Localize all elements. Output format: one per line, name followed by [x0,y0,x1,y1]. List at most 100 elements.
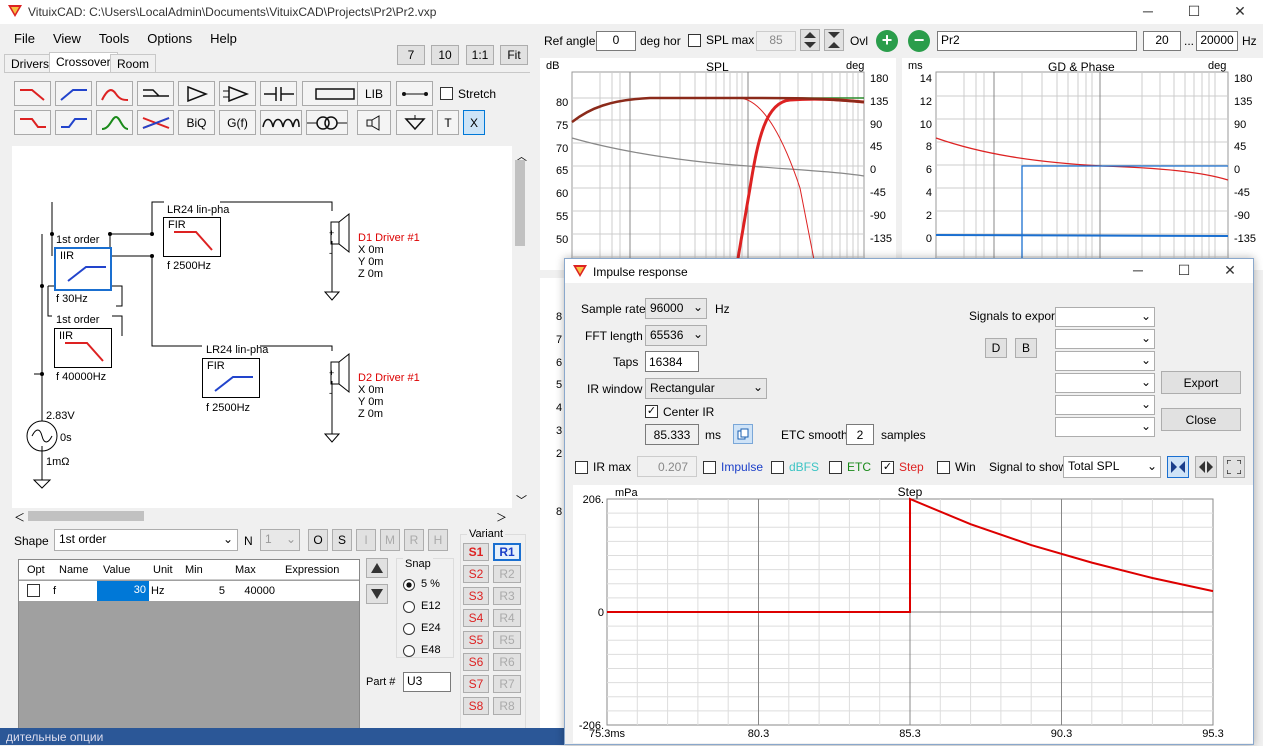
opt-checkbox[interactable] [27,584,40,597]
shape-m-button[interactable]: M [380,529,400,551]
dialog-maximize-button[interactable]: ☐ [1161,259,1207,283]
lowpass-tool[interactable] [14,81,51,106]
tab-crossover[interactable]: Crossover [49,52,118,74]
dialog-close-button[interactable]: ✕ [1207,259,1253,283]
speaker-tool[interactable] [357,110,391,135]
tab-room[interactable]: Room [110,54,157,74]
variant-s2-button[interactable]: S2 [463,565,489,583]
transformer-tool[interactable] [306,110,348,135]
taps-input[interactable]: 16384 [645,351,699,372]
remove-overlay-icon[interactable]: − [908,30,930,52]
fir-block-2[interactable]: FIR [202,358,260,398]
capacitor-tool[interactable] [260,81,297,106]
export-b-button[interactable]: B [1015,338,1037,358]
biq-tool[interactable]: BiQ [178,110,215,135]
move-up-button[interactable] [366,558,388,578]
etc-checkbox[interactable] [829,461,842,474]
param-max[interactable]: 40000 [231,585,275,597]
driver1-name[interactable]: D1 Driver #1 [358,232,420,244]
fit-all-icon[interactable] [1223,456,1245,478]
highpass2-tool[interactable] [55,110,92,135]
param-min[interactable]: 5 [181,585,225,597]
zoom-out-x-icon[interactable] [1195,456,1217,478]
move-down-button[interactable] [366,584,388,604]
param-value[interactable]: 30 [97,581,149,601]
ir-window-select[interactable]: Rectangular ⌄ [645,378,767,399]
variant-s8-button[interactable]: S8 [463,697,489,715]
menu-help[interactable]: Help [210,31,237,46]
spl-max-checkbox[interactable] [688,34,701,47]
gd-chart[interactable]: ms GD & Phase deg 14 12 10 8 6 4 2 0 180… [902,58,1263,270]
export-signal-select[interactable]: ⌄ [1055,417,1155,437]
fir-block-1[interactable]: FIR [163,217,221,257]
hscroll-thumb[interactable] [28,511,144,521]
lib-tool[interactable]: LIB [357,81,391,106]
spl-max-input[interactable]: 85 [756,31,796,51]
zoom-1to1-button[interactable]: 1:1 [466,45,494,65]
variant-r6-button[interactable]: R6 [493,653,521,671]
variant-s6-button[interactable]: S6 [463,653,489,671]
scroll-down-icon[interactable]: ﹀ [516,492,527,508]
zoom-fit-button[interactable]: Fit [500,45,528,65]
gf-tool[interactable]: G(f) [219,110,256,135]
center-ir-checkbox[interactable]: ✓ [645,405,658,418]
export-signal-select[interactable]: ⌄ [1055,373,1155,393]
wire-tool[interactable] [396,81,433,106]
ir-max-input[interactable]: 0.207 [637,456,697,477]
iir-block-2[interactable]: IIR [54,328,112,368]
scroll-left-icon[interactable]: ＜ [14,509,25,525]
zoom-in-x-icon[interactable] [1167,456,1189,478]
snap-e12-radio[interactable] [403,601,415,613]
menu-tools[interactable]: Tools [99,31,129,46]
schematic-canvas[interactable]: + - + - LR24 lin-pha FIR f 2500Hz 1st orde… [12,146,528,508]
freq-from-input[interactable]: 20 [1143,31,1181,51]
menu-view[interactable]: View [53,31,81,46]
ir-max-checkbox[interactable] [575,461,588,474]
shape-r-button[interactable]: R [404,529,424,551]
opamp-tool[interactable] [219,81,256,106]
highpass-tool[interactable] [55,81,92,106]
bandpass-tool[interactable] [96,81,133,106]
center-ms-input[interactable]: 85.333 [645,424,699,445]
signal-show-select[interactable]: Total SPL ⌄ [1063,456,1161,478]
export-d-button[interactable]: D [985,338,1007,358]
x-tool[interactable]: X [463,110,485,135]
menu-options[interactable]: Options [147,31,192,46]
table-row[interactable]: f 30 Hz 5 40000 [19,581,359,601]
scroll-thumb[interactable] [515,160,525,246]
menu-file[interactable]: File [14,31,35,46]
shape-i-button[interactable]: I [356,529,376,551]
ground-tool[interactable] [396,110,433,135]
collapse-icon[interactable] [824,29,844,51]
variant-s4-button[interactable]: S4 [463,609,489,627]
freq-to-input[interactable]: 20000 [1196,31,1238,51]
variant-r2-button[interactable]: R2 [493,565,521,583]
shape-h-button[interactable]: H [428,529,448,551]
ref-angle-input[interactable]: 0 [596,31,636,51]
variant-s5-button[interactable]: S5 [463,631,489,649]
close-dialog-button[interactable]: Close [1161,408,1241,431]
vertical-scrollbar[interactable]: ︿ ﹀ [512,146,528,508]
n-select[interactable]: 1 ⌄ [260,529,300,551]
minimize-button[interactable]: ─ [1125,0,1171,24]
shape-select[interactable]: 1st order ⌄ [54,529,238,551]
dialog-minimize-button[interactable]: ─ [1115,259,1161,283]
export-signal-select[interactable]: ⌄ [1055,351,1155,371]
step-checkbox[interactable]: ✓ [881,461,894,474]
win-checkbox[interactable] [937,461,950,474]
fft-length-select[interactable]: 65536 ⌄ [645,325,707,346]
zoom-10-button[interactable]: 10 [431,45,459,65]
variant-r7-button[interactable]: R7 [493,675,521,693]
scroll-right-icon[interactable]: ＞ [496,509,507,525]
driver2-name[interactable]: D2 Driver #1 [358,372,420,384]
variant-r4-button[interactable]: R4 [493,609,521,627]
horizontal-scrollbar[interactable]: ＜ ＞ [12,508,512,524]
export-signal-select[interactable]: ⌄ [1055,329,1155,349]
export-signal-select[interactable]: ⌄ [1055,307,1155,327]
amplifier-tool[interactable] [178,81,215,106]
export-signal-select[interactable]: ⌄ [1055,395,1155,415]
export-button[interactable]: Export [1161,371,1241,394]
close-button[interactable]: ✕ [1217,0,1263,24]
peaking-tool[interactable] [96,110,133,135]
shape-s-button[interactable]: S [332,529,352,551]
